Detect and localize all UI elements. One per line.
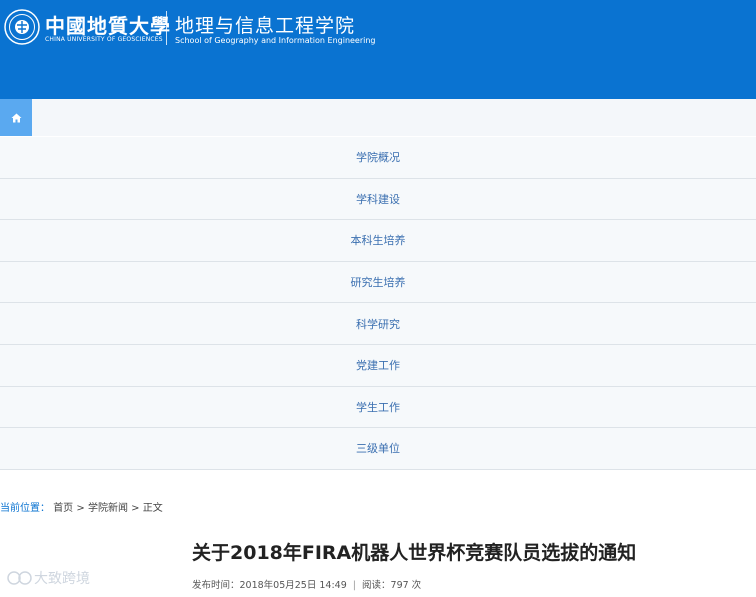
nav-item-students[interactable]: 学生工作 xyxy=(0,386,756,429)
breadcrumb-label: 当前位置： xyxy=(0,503,50,514)
university-seal-icon xyxy=(4,9,40,45)
breadcrumb: 当前位置： 首页 > 学院新闻 > 正文 xyxy=(0,499,163,514)
university-name-cn: 中國地質大學 xyxy=(45,14,171,38)
breadcrumb-home-link[interactable]: 首页 xyxy=(53,503,73,514)
nav-item-party[interactable]: 党建工作 xyxy=(0,344,756,387)
nav-item-disciplines[interactable]: 学科建设 xyxy=(0,178,756,221)
nav-item-units[interactable]: 三级单位 xyxy=(0,428,756,470)
nav-item-label: 学科建设 xyxy=(356,192,400,206)
nav-item-label: 三级单位 xyxy=(356,442,400,456)
nav-item-label: 本科生培养 xyxy=(350,234,406,248)
breadcrumb-current: 正文 xyxy=(142,503,163,514)
main-nav: 学院概况 学科建设 本科生培养 研究生培养 科学研究 党建工作 学生工作 三级单… xyxy=(0,137,756,470)
site-header: 中國地質大學 CHINA UNIVERSITY OF GEOSCIENCES 地… xyxy=(0,0,756,99)
home-icon xyxy=(11,113,21,122)
article-meta: 发布时间：2018年05月25日 14:49 | 阅读：797 次 xyxy=(192,577,421,591)
home-button[interactable] xyxy=(0,99,32,136)
nav-item-undergraduate[interactable]: 本科生培养 xyxy=(0,220,756,262)
meta-divider: | xyxy=(352,580,356,591)
nav-item-label: 学院概况 xyxy=(356,151,400,165)
nav-item-label: 党建工作 xyxy=(356,359,400,373)
view-count: 阅读：797 次 xyxy=(362,580,422,591)
logo-divider xyxy=(166,11,167,45)
school-name-cn: 地理与信息工程学院 xyxy=(175,15,356,37)
nav-item-label: 研究生培养 xyxy=(350,276,406,290)
watermark-text: 大致跨境 xyxy=(34,571,90,587)
nav-item-label: 科学研究 xyxy=(356,317,400,331)
article-title: 关于2018年FIRA机器人世界杯竞赛队员选拔的通知 xyxy=(192,542,637,564)
school-name-en: School of Geography and Information Engi… xyxy=(175,36,376,45)
university-name-en: CHINA UNIVERSITY OF GEOSCIENCES xyxy=(45,36,163,43)
nav-item-research[interactable]: 科学研究 xyxy=(0,303,756,345)
breadcrumb-separator: > xyxy=(131,503,140,514)
nav-item-label: 学生工作 xyxy=(356,400,400,414)
breadcrumb-news-link[interactable]: 学院新闻 xyxy=(88,503,128,514)
home-bar xyxy=(0,99,756,136)
nav-item-about[interactable]: 学院概况 xyxy=(0,137,756,179)
nav-item-graduate[interactable]: 研究生培养 xyxy=(0,261,756,304)
watermark-logo-icon xyxy=(7,571,32,585)
breadcrumb-separator: > xyxy=(76,503,85,514)
watermark: 大致跨境 xyxy=(6,568,90,588)
publish-date: 发布时间：2018年05月25日 14:49 xyxy=(192,580,347,591)
